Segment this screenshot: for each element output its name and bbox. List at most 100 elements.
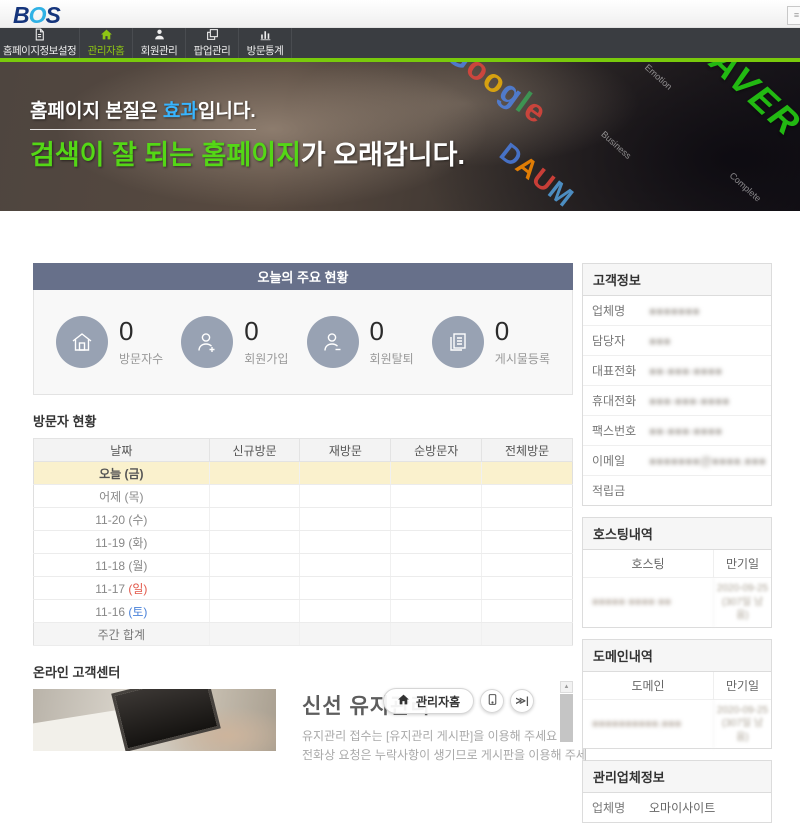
customer-center-title: 온라인 고객센터 bbox=[33, 662, 573, 681]
hosting-col-expiry: 만기일 bbox=[713, 550, 771, 577]
date-text: 오늘 bbox=[99, 467, 124, 481]
visitors-value-cell bbox=[300, 485, 391, 508]
main-nav: 홈페이지정보설정관리자홈 회원관리팝업관리방문통계 bbox=[0, 28, 800, 62]
home-outline-icon bbox=[56, 316, 108, 368]
customer-info-label: 업체명 bbox=[583, 296, 643, 325]
customer-info-box: 고객정보 업체명●●●●●●●담당자●●●대표전화●●-●●●-●●●●휴대전화… bbox=[582, 263, 772, 506]
nav-item-3[interactable]: 팝업관리 bbox=[186, 28, 239, 58]
visitors-value-cell bbox=[391, 623, 482, 646]
visitors-table-row: 주간 합계 bbox=[34, 623, 573, 646]
hero-line1-post: 입니다. bbox=[198, 101, 256, 122]
stat-item-3: 0게시물등록 bbox=[432, 316, 550, 368]
visitors-value-cell bbox=[391, 485, 482, 508]
customer-center-photo bbox=[33, 689, 276, 751]
bos-logo[interactable]: BOS bbox=[13, 2, 60, 29]
photo-tablet-shape bbox=[111, 689, 221, 751]
popup-icon bbox=[206, 28, 219, 41]
customer-info-row: 팩스번호●●-●●●-●●●● bbox=[583, 416, 771, 446]
content-scrollbar[interactable]: ▲ bbox=[560, 681, 573, 742]
domain-expiry-remaining: (307일 남음) bbox=[722, 718, 763, 743]
visitors-table-row: 오늘 (금) bbox=[34, 462, 573, 485]
customer-info-value bbox=[643, 478, 655, 503]
visitors-date-cell: 오늘 (금) bbox=[34, 462, 210, 485]
visitors-value-cell bbox=[391, 577, 482, 600]
stat-item-2: 0회원탈퇴 bbox=[307, 316, 414, 368]
corner-button[interactable]: ≡ bbox=[787, 6, 800, 25]
scroll-up-arrow-icon[interactable]: ▲ bbox=[560, 681, 573, 693]
hero-banner: Google NAVER DAUM Emotion Business Compl… bbox=[0, 62, 800, 211]
hero-line2-accent: 검색이 잘 되는 홈페이지 bbox=[30, 140, 301, 170]
domain-col-name: 도메인 bbox=[583, 672, 713, 699]
date-text: 11-20 bbox=[95, 513, 128, 527]
stat-item-0: 0방문자수 bbox=[56, 316, 163, 368]
day-of-week-text: (금) bbox=[125, 467, 144, 481]
customer-info-row: 적립금 bbox=[583, 476, 771, 505]
date-text: 11-19 bbox=[95, 536, 128, 550]
domain-row: ●●●●●●●●●●.●●● 2020-09-25(307일 남음) bbox=[583, 700, 771, 749]
domain-expiry: 2020-09-25 (307일 남음) bbox=[713, 700, 771, 749]
maintenance-body: 유지관리 접수는 [유지관리 게시판]을 이용해 주세요 전화상 요청은 누락사… bbox=[302, 727, 573, 765]
visitors-date-cell: 어제 (목) bbox=[34, 485, 210, 508]
visitors-column-header: 전체방문 bbox=[482, 439, 573, 462]
visitors-column-header: 순방문자 bbox=[391, 439, 482, 462]
hero-bg-word: Complete bbox=[728, 170, 763, 203]
customer-info-row: 이메일●●●●●●●@●●●●.●●● bbox=[583, 446, 771, 476]
customer-info-label: 이메일 bbox=[583, 446, 643, 475]
mobile-icon bbox=[486, 693, 499, 709]
today-panel-body: 0방문자수 0회원가입 0회원탈퇴 0게시물등록 bbox=[33, 290, 573, 395]
day-of-week-text: (화) bbox=[128, 536, 147, 550]
visitors-value-cell bbox=[300, 600, 391, 623]
hero-line1-accent: 효과 bbox=[163, 101, 198, 122]
visitors-value-cell bbox=[482, 623, 573, 646]
hosting-title: 호스팅내역 bbox=[583, 518, 771, 550]
scrollbar-thumb[interactable] bbox=[560, 694, 573, 742]
visitors-column-header: 날짜 bbox=[34, 439, 210, 462]
home-icon bbox=[397, 693, 410, 709]
date-text: 11-17 bbox=[95, 582, 128, 596]
customer-info-label: 적립금 bbox=[583, 476, 643, 505]
nav-item-4[interactable]: 방문통계 bbox=[239, 28, 292, 58]
stats-icon bbox=[259, 28, 272, 41]
stat-item-1: 0회원가입 bbox=[181, 316, 288, 368]
visitors-date-cell: 11-17 (일) bbox=[34, 577, 210, 600]
manager-company-label: 업체명 bbox=[583, 793, 643, 822]
visitors-date-cell: 11-18 (월) bbox=[34, 554, 210, 577]
nav-item-2[interactable]: 회원관리 bbox=[133, 28, 186, 58]
hosting-name: ●●●●● ●●●● ●● bbox=[583, 578, 713, 627]
hosting-table-header: 호스팅 만기일 bbox=[583, 550, 771, 578]
visitors-value-cell bbox=[209, 462, 300, 485]
hosting-row: ●●●●● ●●●● ●● 2020-09-25(307일 남음) bbox=[583, 578, 771, 627]
customer-info-value: ●●● bbox=[643, 328, 677, 354]
nav-item-label: 관리자홈 bbox=[88, 43, 125, 58]
domain-col-expiry: 만기일 bbox=[713, 672, 771, 699]
member-icon bbox=[153, 28, 166, 41]
domain-table-header: 도메인 만기일 bbox=[583, 672, 771, 700]
visitors-value-cell bbox=[300, 623, 391, 646]
customer-info-value: ●●-●●●-●●●● bbox=[643, 418, 728, 444]
day-of-week-text: (목) bbox=[125, 490, 144, 504]
visitors-table-row: 11-17 (일) bbox=[34, 577, 573, 600]
visitors-value-cell bbox=[482, 508, 573, 531]
member-add-icon bbox=[181, 316, 233, 368]
skip-button[interactable]: ≫| bbox=[510, 689, 534, 713]
visitors-value-cell bbox=[391, 462, 482, 485]
visitors-table-row: 11-20 (수) bbox=[34, 508, 573, 531]
customer-info-row: 대표전화●●-●●●-●●●● bbox=[583, 356, 771, 386]
main-column: 오늘의 주요 현황 0방문자수0회원가입0회원탈퇴0게시물등록 방문자 현황 날… bbox=[33, 263, 573, 834]
visitors-table: 날짜신규방문재방문순방문자전체방문 오늘 (금)어제 (목)11-20 (수)1… bbox=[33, 438, 573, 646]
visitors-value-cell bbox=[482, 485, 573, 508]
floating-admin-home-button[interactable]: 관리자홈 bbox=[383, 688, 474, 714]
nav-item-0[interactable]: 홈페이지정보설정 bbox=[0, 28, 80, 58]
mobile-view-button[interactable] bbox=[480, 689, 504, 713]
domain-expiry-date: 2020-09-25 bbox=[717, 705, 768, 716]
floating-toolbar: 관리자홈 ≫| bbox=[383, 688, 534, 714]
customer-info-row: 휴대전화●●●-●●●-●●●● bbox=[583, 386, 771, 416]
visitors-value-cell bbox=[209, 485, 300, 508]
visitors-value-cell bbox=[209, 531, 300, 554]
nav-item-1[interactable]: 관리자홈 bbox=[80, 28, 133, 58]
visitors-date-cell: 주간 합계 bbox=[34, 623, 210, 646]
visitors-value-cell bbox=[300, 462, 391, 485]
stat-value: 0 bbox=[495, 318, 550, 344]
customer-info-value: ●●●-●●●-●●●● bbox=[643, 388, 735, 414]
customer-info-row: 업체명●●●●●●● bbox=[583, 296, 771, 326]
